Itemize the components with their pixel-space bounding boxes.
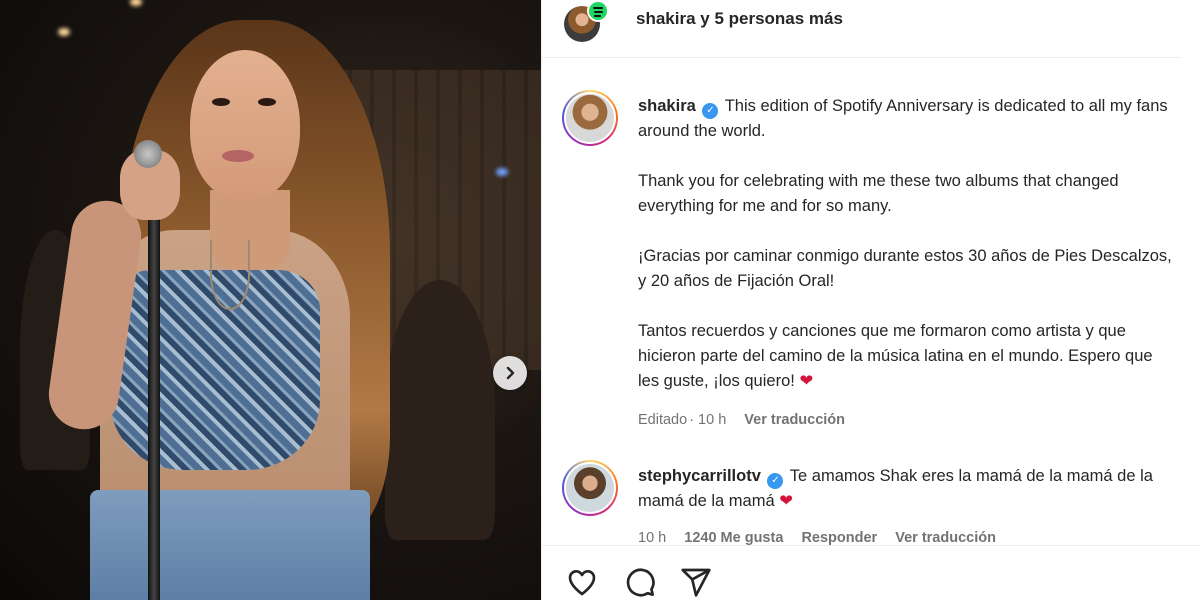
- comment-button[interactable]: [624, 566, 656, 598]
- background-musician: [385, 280, 495, 540]
- header-title[interactable]: shakira y 5 personas más: [636, 9, 843, 29]
- caption-avatar[interactable]: [562, 90, 618, 146]
- jeans: [90, 490, 370, 600]
- post-header: shakira y 5 personas más: [542, 0, 1182, 58]
- verified-badge-icon: ✓: [767, 473, 784, 489]
- post-details-panel: shakira y 5 personas más shakira ✓ This …: [541, 0, 1200, 600]
- heart-icon: [568, 570, 596, 596]
- necklace: [210, 240, 250, 310]
- comment-likes[interactable]: 1240 Me gusta: [684, 530, 783, 545]
- heart-emoji: ❤: [799, 372, 814, 390]
- avatar: [564, 462, 616, 514]
- caption-meta: Editado · 10 h Ver traducción: [638, 412, 846, 428]
- background-light: [496, 168, 508, 176]
- mic-stand: [148, 180, 160, 600]
- translate-link[interactable]: Ver traducción: [744, 412, 845, 428]
- reply-button[interactable]: Responder: [801, 530, 877, 545]
- caption-time[interactable]: 10 h: [698, 412, 726, 428]
- verified-badge-icon: ✓: [702, 103, 719, 119]
- face: [190, 50, 300, 200]
- caption-text-block: shakira ✓ This edition of Spotify Annive…: [638, 94, 1178, 414]
- caption: shakira ✓ This edition of Spotify Annive…: [562, 90, 1182, 450]
- send-icon: [681, 568, 711, 597]
- fringe-top: [110, 270, 320, 470]
- caption-text: This edition of Spotify Anniversary is d…: [638, 97, 1172, 390]
- action-bar: [542, 545, 1200, 600]
- like-button[interactable]: [566, 566, 598, 598]
- comment-username[interactable]: stephycarrillotv: [638, 467, 761, 485]
- comment-meta: 10 h 1240 Me gusta Responder Ver traducc…: [638, 530, 1010, 545]
- microphone: [134, 140, 162, 168]
- eye: [258, 98, 276, 106]
- comment-icon: [626, 568, 655, 597]
- background-light: [130, 0, 142, 6]
- background-light: [58, 28, 70, 36]
- chevron-right-icon: [506, 366, 515, 380]
- comment-item: stephycarrillotv ✓ Te amamos Shak eres l…: [562, 460, 1182, 545]
- translate-link[interactable]: Ver traducción: [895, 530, 996, 545]
- edited-label: Editado: [638, 412, 688, 428]
- share-button[interactable]: [680, 566, 712, 598]
- heart-emoji: ❤: [779, 492, 794, 510]
- caption-username[interactable]: shakira: [638, 97, 696, 115]
- post-photo[interactable]: [0, 0, 541, 600]
- spotify-icon: [587, 0, 609, 22]
- avatar: [564, 92, 616, 144]
- eye: [212, 98, 230, 106]
- comment-text-block: stephycarrillotv ✓ Te amamos Shak eres l…: [638, 464, 1178, 516]
- comment-time[interactable]: 10 h: [638, 530, 666, 545]
- lips: [222, 150, 254, 162]
- next-photo-button[interactable]: [493, 356, 527, 390]
- comment-avatar[interactable]: [562, 460, 618, 516]
